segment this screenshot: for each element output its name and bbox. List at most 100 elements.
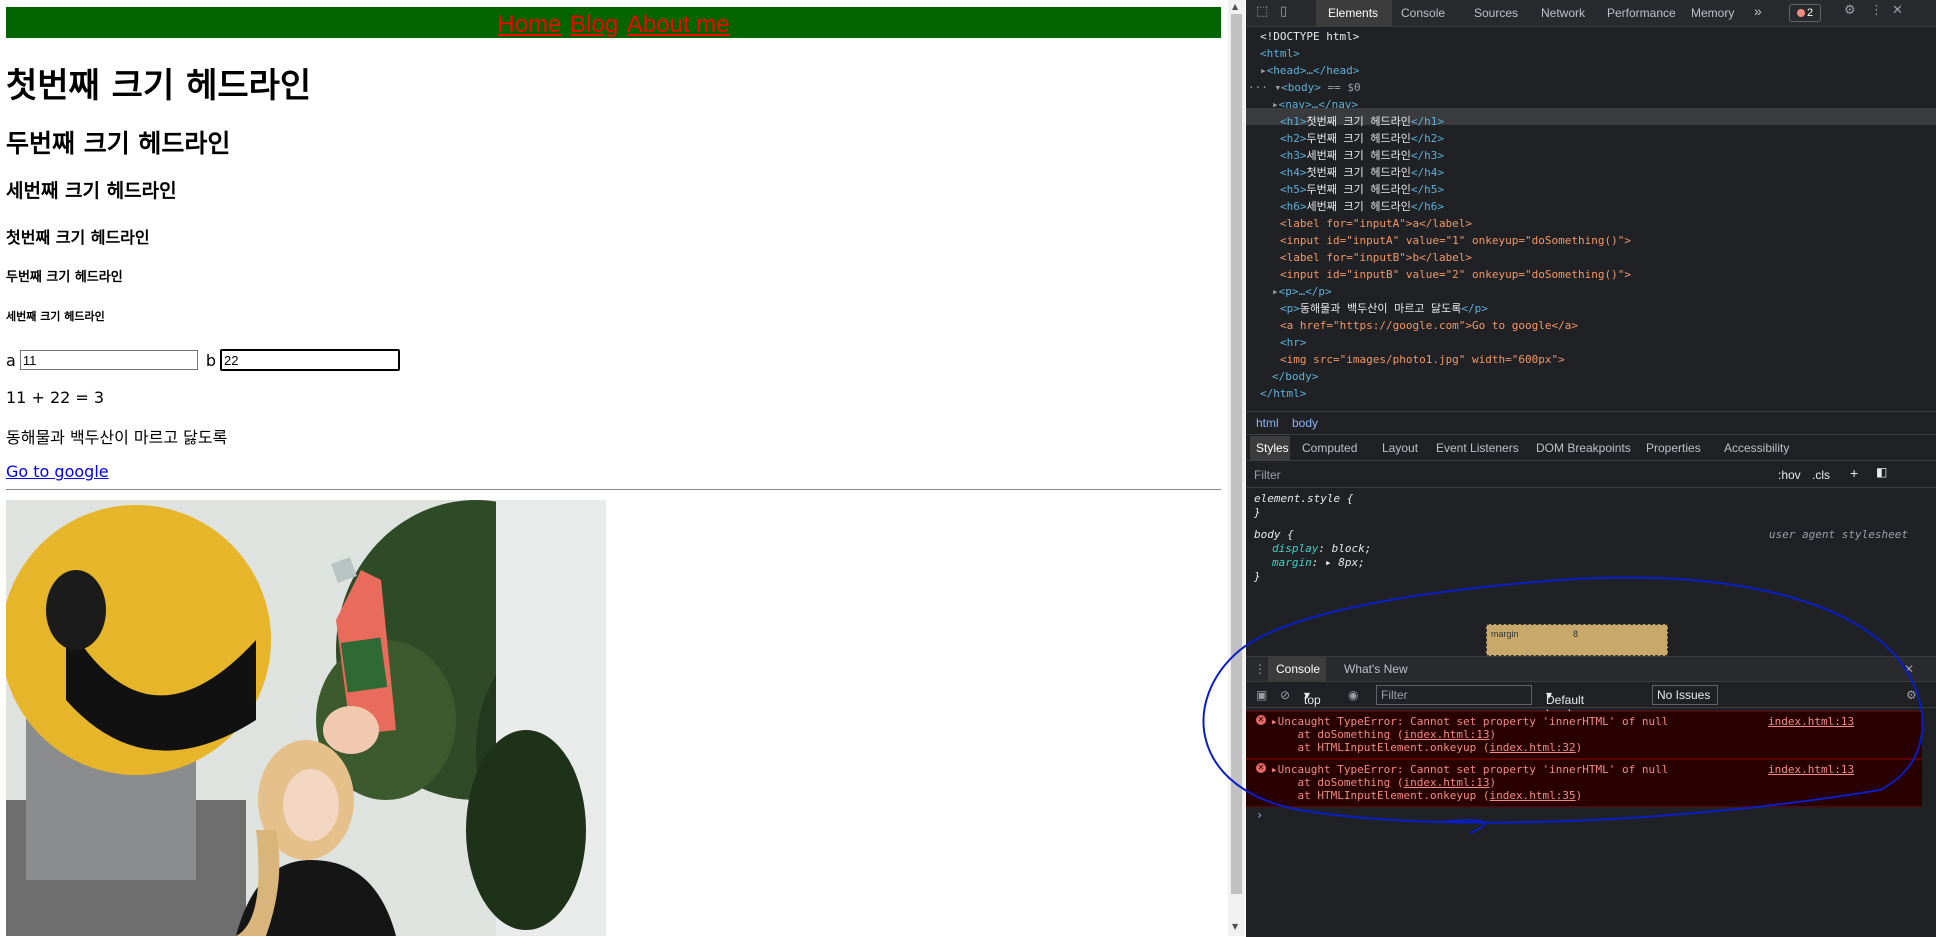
close-drawer-icon[interactable]: ✕ (1904, 662, 1914, 676)
page-scrollbar[interactable]: ▲ ▼ (1228, 0, 1245, 936)
error-source-link[interactable]: index.html:13 (1768, 763, 1854, 776)
dom-input-a: <input id="inputA" value="1" onkeyup="do… (1280, 234, 1631, 247)
device-toolbar-icon[interactable]: ▯ (1280, 4, 1287, 19)
subtab-dom-breakpoints[interactable]: DOM Breakpoints (1536, 441, 1631, 455)
tab-memory[interactable]: Memory (1691, 6, 1734, 20)
cls-toggle[interactable]: .cls (1812, 468, 1830, 482)
error-stack-line: at doSomething (index.html:13) (1271, 728, 1496, 741)
expand-arrow-icon[interactable]: ▸ (1260, 64, 1267, 77)
log-levels-dropdown[interactable]: Default levels ▾ (1546, 688, 1584, 721)
heading-3: 세번째 크기 헤드라인 (6, 180, 177, 202)
subtab-accessibility[interactable]: Accessibility (1724, 441, 1789, 455)
dom-line[interactable]: <label for="inputA">a</label> (1280, 215, 1472, 232)
error-count-badge[interactable]: 2 (1789, 4, 1821, 22)
subtab-computed[interactable]: Computed (1302, 441, 1357, 455)
console-prompt[interactable]: › (1256, 808, 1263, 822)
stack-text: at HTMLInputElement.onkeyup ( (1271, 741, 1490, 754)
input-a[interactable] (19, 350, 198, 370)
clear-console-icon[interactable]: ⊘ (1280, 688, 1290, 702)
dom-line[interactable]: </body> (1272, 368, 1318, 385)
dom-tag: <h1> (1280, 115, 1307, 128)
expand-arrow-icon[interactable]: ▸ (1272, 285, 1279, 298)
breadcrumb-html[interactable]: html (1256, 416, 1279, 430)
dom-tag: <h2> (1280, 132, 1307, 145)
user-agent-stylesheet-label: user agent stylesheet (1768, 528, 1908, 541)
console-error-message[interactable]: ✕ ▸Uncaught TypeError: Cannot set proper… (1246, 711, 1922, 759)
error-source-link[interactable]: index.html:13 (1768, 715, 1854, 728)
stack-link[interactable]: index.html:35 (1490, 789, 1576, 802)
style-prop-margin[interactable]: margin: ▸ 8px; (1272, 556, 1365, 570)
dom-line[interactable]: <!DOCTYPE html> (1260, 28, 1359, 45)
stack-link[interactable]: index.html:13 (1403, 776, 1489, 789)
tab-performance[interactable]: Performance (1607, 6, 1676, 20)
dom-text: 첫번째 크기 헤드라인 (1306, 166, 1411, 179)
context-selector[interactable]: top ▾ (1304, 688, 1321, 707)
dom-line[interactable]: </html> (1260, 385, 1306, 402)
heading-6: 세번째 크기 헤드라인 (6, 310, 105, 323)
dom-line[interactable]: <h3>세번째 크기 헤드라인</h3> (1280, 147, 1444, 164)
dom-line[interactable]: <h5>두번째 크기 헤드라인</h5> (1280, 181, 1444, 198)
devtools-toolbar: ⬚ ▯ Elements Console Sources Network Per… (1246, 0, 1936, 27)
dom-line[interactable]: ▸<nav>…</nav> (1272, 96, 1358, 113)
dom-line-body[interactable]: ··· ▾<body> == $0 (1248, 79, 1361, 96)
kebab-menu-icon[interactable]: ⋮ (1870, 3, 1883, 18)
console-settings-gear-icon[interactable]: ⚙ (1906, 688, 1917, 702)
dom-line[interactable]: <html> (1260, 45, 1300, 62)
stack-link[interactable]: index.html:32 (1490, 741, 1576, 754)
error-text: Uncaught TypeError: Cannot set property … (1277, 715, 1669, 728)
issues-button[interactable]: No Issues (1652, 685, 1718, 705)
tab-network[interactable]: Network (1541, 6, 1585, 20)
dom-line[interactable]: <h6>세번째 크기 헤드라인</h6> (1280, 198, 1444, 215)
dom-line[interactable]: <input id="inputB" value="2" onkeyup="do… (1280, 266, 1631, 283)
dom-head: <head>…</head> (1266, 64, 1360, 77)
dom-line[interactable]: <hr> (1280, 334, 1307, 351)
stack-link[interactable]: index.html:13 (1403, 728, 1489, 741)
console-filter-input[interactable]: Filter (1376, 685, 1532, 705)
subtab-styles[interactable]: Styles (1256, 441, 1289, 455)
eye-icon[interactable]: ◉ (1348, 688, 1358, 702)
gear-icon[interactable]: ⚙ (1844, 3, 1856, 18)
drawer-tab-whats-new[interactable]: What's New (1344, 662, 1408, 676)
expand-arrow-icon[interactable]: ▸ (1272, 98, 1279, 111)
dom-line[interactable]: <input id="inputA" value="1" onkeyup="do… (1280, 232, 1631, 249)
sidebar-toggle-icon[interactable]: ◧ (1876, 465, 1887, 479)
dom-line[interactable]: ▸<p>…</p> (1272, 283, 1332, 300)
more-tabs-icon[interactable]: » (1754, 3, 1762, 19)
dom-line[interactable]: ▸<head>…</head> (1260, 62, 1359, 79)
breadcrumb-body[interactable]: body (1292, 416, 1318, 430)
inspect-element-icon[interactable]: ⬚ (1256, 4, 1268, 19)
tab-sources[interactable]: Sources (1474, 6, 1518, 20)
drawer-tab-console[interactable]: Console (1276, 662, 1320, 676)
style-prop-display[interactable]: display: block; (1272, 542, 1371, 556)
error-icon: ✕ (1256, 763, 1266, 773)
console-error-message[interactable]: ✕ ▸Uncaught TypeError: Cannot set proper… (1246, 759, 1922, 807)
subtab-layout[interactable]: Layout (1382, 441, 1418, 455)
dom-line[interactable]: <a href="https://google.com">Go to googl… (1280, 317, 1578, 334)
tab-console[interactable]: Console (1401, 6, 1445, 20)
dom-line[interactable]: <h2>두번째 크기 헤드라인</h2> (1280, 130, 1444, 147)
nav-link-home[interactable]: Home (497, 11, 561, 38)
sidebar-toggle-icon[interactable]: ▣ (1256, 688, 1267, 702)
dom-line[interactable]: <h4>첫번째 크기 헤드라인</h4> (1280, 164, 1444, 181)
scroll-down-arrow-icon[interactable]: ▼ (1232, 922, 1238, 931)
input-b[interactable] (219, 349, 400, 371)
subtab-properties[interactable]: Properties (1646, 441, 1701, 455)
scroll-thumb[interactable] (1231, 14, 1242, 894)
scroll-up-arrow-icon[interactable]: ▲ (1232, 2, 1238, 11)
styles-filter-input[interactable]: Filter (1254, 468, 1281, 482)
nav-link-blog[interactable]: Blog (570, 11, 618, 38)
dom-line[interactable]: <img src="images/photo1.jpg" width="600p… (1280, 351, 1565, 368)
dom-line[interactable]: <label for="inputB">b</label> (1280, 249, 1472, 266)
dom-line[interactable]: <p>동해물과 백두산이 마르고 닳도록</p> (1280, 300, 1488, 317)
nav-link-about[interactable]: About me (627, 11, 730, 38)
hov-toggle[interactable]: :hov (1778, 468, 1801, 482)
subtab-event-listeners[interactable]: Event Listeners (1436, 441, 1519, 455)
drawer-menu-icon[interactable]: ⋮ (1254, 662, 1266, 676)
tab-elements[interactable]: Elements (1328, 6, 1378, 20)
plus-icon[interactable]: + (1850, 465, 1858, 481)
google-link[interactable]: Go to google (6, 462, 109, 481)
dom-line[interactable]: <h1>첫번째 크기 헤드라인</h1> (1280, 113, 1444, 130)
close-icon[interactable]: ✕ (1892, 3, 1903, 18)
console-toolbar: ▣ ⊘ top ▾ ◉ Filter Default levels ▾ No I… (1246, 683, 1936, 721)
paragraph: 동해물과 백두산이 마르고 닳도록 (6, 428, 228, 447)
